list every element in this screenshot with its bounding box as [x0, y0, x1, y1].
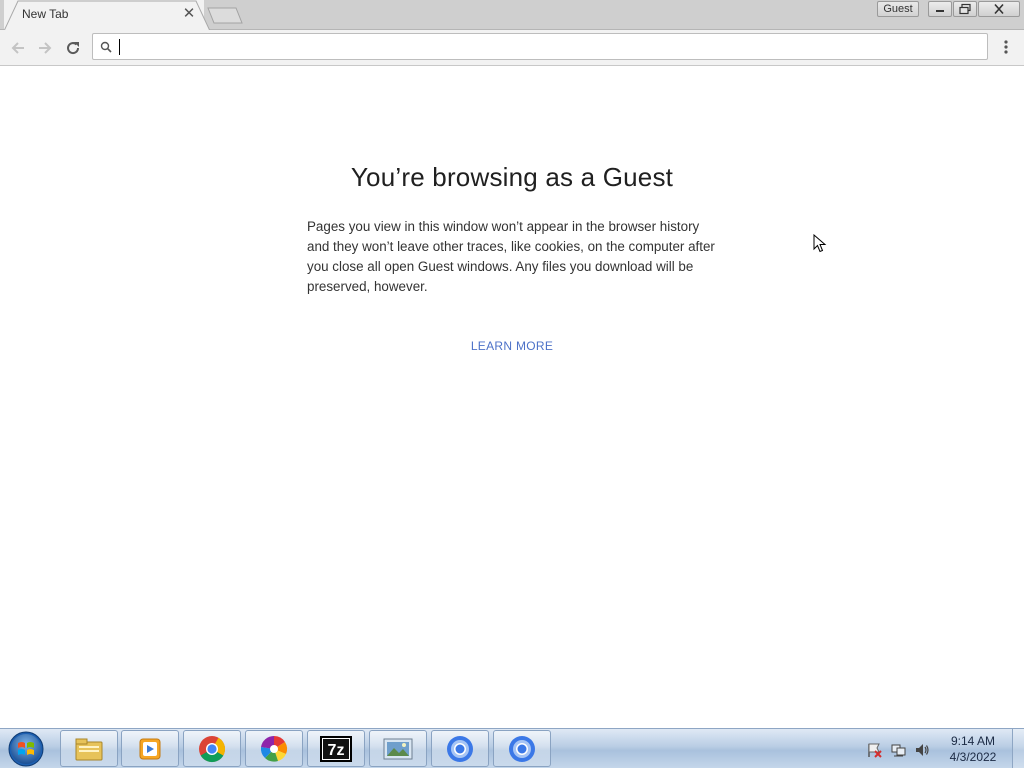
windows-start-icon [8, 731, 44, 767]
tab-strip: New Tab ✕ Guest [0, 0, 1024, 31]
reload-button[interactable] [61, 36, 85, 60]
clock-time: 9:14 AM [950, 734, 996, 748]
action-center-flag-icon[interactable] [866, 742, 882, 758]
restore-button[interactable] [953, 1, 977, 17]
taskbar-chromium-1[interactable] [431, 730, 489, 767]
back-button[interactable] [6, 36, 30, 60]
show-desktop-button[interactable] [1012, 729, 1024, 768]
taskbar-image-viewer[interactable] [369, 730, 427, 767]
guest-page: You’re browsing as a Guest Pages you vie… [0, 67, 1024, 728]
taskbar-7zip[interactable]: 7z [307, 730, 365, 767]
7zip-icon: 7z [320, 735, 352, 762]
chrome-icon [199, 735, 226, 762]
tab-new-tab[interactable]: New Tab ✕ [4, 0, 211, 31]
minimize-button[interactable] [928, 1, 952, 17]
new-tab-button[interactable] [206, 6, 244, 24]
guest-profile-badge[interactable]: Guest [877, 1, 919, 17]
mouse-cursor-icon [813, 234, 827, 253]
volume-icon[interactable] [914, 742, 930, 758]
reload-icon [67, 42, 80, 55]
taskbar-chromium-2[interactable] [493, 730, 551, 767]
image-viewer-icon [383, 738, 413, 759]
forward-button[interactable] [33, 36, 57, 60]
clock-date: 4/3/2022 [949, 750, 997, 764]
file-explorer-icon [75, 738, 103, 760]
learn-more-link[interactable]: LEARN MORE [0, 339, 1024, 353]
omnibox[interactable] [92, 33, 988, 60]
tab-title: New Tab [22, 7, 69, 21]
start-button[interactable] [4, 730, 48, 768]
omnibox-input[interactable] [119, 37, 979, 57]
svg-text:7z: 7z [328, 742, 345, 759]
close-window-button[interactable] [978, 1, 1020, 17]
photos-icon [260, 735, 288, 762]
chromium-icon [509, 735, 535, 762]
back-arrow-icon [11, 42, 24, 54]
taskbar: 7z 9:14 AM 4/3/2022 [0, 728, 1024, 768]
taskbar-media-player[interactable] [121, 730, 179, 767]
taskbar-photos[interactable] [245, 730, 303, 767]
kebab-menu-icon [1004, 40, 1008, 54]
network-icon[interactable] [890, 742, 906, 758]
browser-toolbar [0, 30, 1024, 66]
chromium-icon [447, 735, 473, 762]
close-icon [994, 3, 1004, 15]
tab-close-icon[interactable]: ✕ [182, 6, 196, 22]
media-player-icon [139, 738, 161, 759]
page-title: You’re browsing as a Guest [350, 162, 674, 192]
taskbar-clock[interactable]: 9:14 AM 4/3/2022 [940, 733, 1006, 765]
minimize-icon [936, 10, 944, 12]
guest-description: Pages you view in this window won’t appe… [307, 219, 715, 294]
browser-menu-button[interactable] [996, 36, 1016, 60]
restore-icon [959, 3, 971, 15]
taskbar-chrome[interactable] [183, 730, 241, 767]
forward-arrow-icon [39, 42, 52, 54]
taskbar-file-explorer[interactable] [60, 730, 118, 767]
search-icon [100, 41, 112, 53]
text-caret [119, 39, 120, 55]
